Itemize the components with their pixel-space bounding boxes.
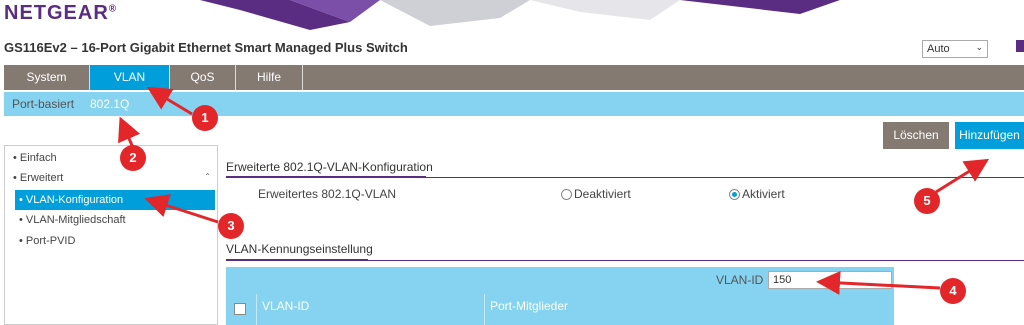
column-header-port-mitglieder: Port-Mitglieder <box>490 299 569 313</box>
brand-corner-mark <box>1016 40 1024 52</box>
section-underline <box>226 259 368 261</box>
tab-hilfe[interactable]: Hilfe <box>236 65 303 90</box>
vlan-id-input-label: VLAN-ID <box>716 273 764 287</box>
section-title-vlan-id: VLAN-Kennungseinstellung <box>226 242 373 256</box>
annotation-marker-4: 4 <box>940 278 966 304</box>
sidebar: • Einfach • Erweitert ⌃ • VLAN-Konfigura… <box>4 145 218 325</box>
annotation-marker-5: 5 <box>914 188 940 214</box>
device-title: GS116Ev2 – 16-Port Gigabit Ethernet Smar… <box>4 40 408 55</box>
annotation-marker-2: 2 <box>120 145 146 171</box>
annotation-marker-3: 3 <box>218 213 244 239</box>
language-select[interactable]: Auto ⌄ <box>922 40 988 58</box>
column-divider <box>484 294 485 325</box>
vlan-id-input[interactable]: 150 <box>768 271 892 289</box>
radio-aktiviert-label: Aktiviert <box>742 187 785 201</box>
add-button[interactable]: Hinzufügen <box>955 122 1024 149</box>
chevron-down-icon: ⌄ <box>975 42 983 52</box>
sub-tabbar: Port-basiert 802.1Q <box>4 92 1024 116</box>
select-all-checkbox[interactable] <box>234 303 246 315</box>
banner-graphic <box>200 0 840 30</box>
section-underline <box>226 176 426 178</box>
column-divider <box>256 294 257 325</box>
delete-button[interactable]: Löschen <box>883 122 949 149</box>
advanced-vlan-label: Erweitertes 802.1Q-VLAN <box>258 187 397 201</box>
sidebar-item-erweitert[interactable]: • Erweitert <box>13 172 63 184</box>
chevron-up-icon: ⌃ <box>204 172 211 181</box>
radio-deaktiviert[interactable] <box>561 189 572 200</box>
main-tabbar: System VLAN QoS Hilfe <box>4 65 1024 90</box>
subtab-port-basiert[interactable]: Port-basiert <box>12 92 74 116</box>
sidebar-item-port-pvid[interactable]: • Port-PVID <box>19 235 75 247</box>
sidebar-item-vlan-konfiguration[interactable]: • VLAN-Konfiguration <box>15 190 215 210</box>
radio-aktiviert[interactable] <box>729 189 740 200</box>
section-title-advanced: Erweiterte 802.1Q-VLAN-Konfiguration <box>226 160 433 174</box>
radio-deaktiviert-label: Deaktiviert <box>574 187 631 201</box>
tab-system[interactable]: System <box>4 65 90 90</box>
subtab-8021q[interactable]: 802.1Q <box>90 92 129 116</box>
column-header-vlan-id: VLAN-ID <box>262 299 310 313</box>
tab-vlan[interactable]: VLAN <box>90 65 170 90</box>
sidebar-item-vlan-mitgliedschaft[interactable]: • VLAN-Mitgliedschaft <box>19 214 126 226</box>
netgear-logo: NETGEAR® <box>4 2 118 24</box>
sidebar-item-einfach[interactable]: • Einfach <box>13 152 57 164</box>
tab-qos[interactable]: QoS <box>170 65 236 90</box>
annotation-marker-1: 1 <box>192 105 218 131</box>
